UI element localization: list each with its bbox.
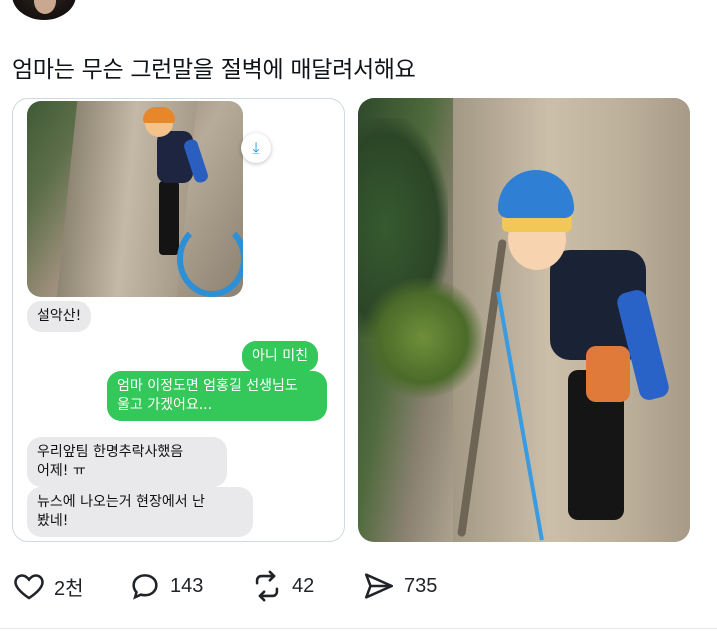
- like-button[interactable]: 2천: [12, 566, 84, 606]
- media-item-climbing-photo[interactable]: [358, 98, 690, 542]
- tweet-text: 엄마는 무슨 그런말을 절벽에 매달려서해요: [12, 57, 416, 83]
- reply-count: 143: [170, 574, 204, 597]
- reply-button[interactable]: 143: [128, 566, 203, 606]
- share-button[interactable]: 735: [362, 566, 437, 606]
- chat-message-in-3: 뉴스에 나오는거 현장에서 난 봤네!: [27, 487, 253, 537]
- chat-message-out-2: 엄마 이정도면 엄홍길 선생님도 울고 가겠어요...: [107, 371, 327, 421]
- like-count: 2천: [54, 577, 84, 600]
- view-count: 735: [404, 574, 438, 597]
- chat-message-in-2: 우리앞팀 한명추락사했음 어제! ㅠ: [27, 437, 227, 487]
- retweet-icon: [255, 570, 279, 602]
- divider: [0, 628, 717, 629]
- avatar[interactable]: [12, 0, 76, 20]
- share-icon: [364, 573, 394, 599]
- tweet-actions: 2천 143 42 735: [12, 566, 702, 606]
- media-item-chat-screenshot[interactable]: ⤓ 설악산! 아니 미친 엄마 이정도면 엄홍길 선생님도 울고 가겠어요...…: [12, 98, 345, 542]
- heart-icon: [14, 574, 44, 600]
- chat-message-in-1: 설악산!: [27, 301, 92, 332]
- climber-figure: [496, 170, 690, 542]
- chat-photo-thumbnail: [27, 101, 243, 297]
- chat-message-out-1: 아니 미친: [242, 341, 318, 372]
- download-icon[interactable]: ⤓: [241, 133, 271, 163]
- retweet-button[interactable]: 42: [250, 566, 314, 606]
- media-grid: ⤓ 설악산! 아니 미친 엄마 이정도면 엄홍길 선생님도 울고 가겠어요...…: [12, 98, 692, 542]
- reply-icon: [132, 574, 158, 600]
- retweet-count: 42: [292, 574, 315, 597]
